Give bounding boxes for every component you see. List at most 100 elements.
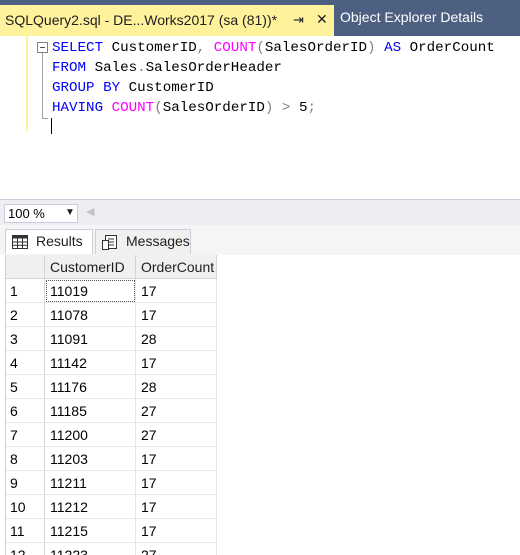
- sql-identifier: SalesOrderHeader: [145, 60, 282, 76]
- sql-keyword: FROM: [52, 60, 87, 76]
- tab-title: SQLQuery2.sql - DE...Works2017 (sa (81))…: [5, 12, 278, 28]
- table-row[interactable]: 8 11203 17: [6, 446, 217, 471]
- results-table: CustomerID OrderCount 1 11019 17 2 11078 17 3 1…: [6, 255, 217, 555]
- sql-identifier: SalesOrderID: [162, 100, 265, 116]
- table-row[interactable]: 2 11078 17: [6, 302, 217, 327]
- table-row[interactable]: 7 11200 27: [6, 422, 217, 447]
- row-number[interactable]: 6: [6, 398, 45, 423]
- cell-customerid[interactable]: 11215: [44, 518, 136, 543]
- row-number[interactable]: 2: [6, 302, 45, 327]
- row-number[interactable]: 12: [6, 542, 45, 555]
- sql-identifier: CustomerID: [103, 40, 197, 56]
- tab-results[interactable]: Results: [5, 229, 93, 254]
- cell-customerid[interactable]: 11176: [44, 374, 136, 399]
- cell-customerid[interactable]: 11223: [44, 542, 136, 555]
- query-editor[interactable]: SELECT CustomerID, COUNT(SalesOrderID) A…: [0, 36, 520, 199]
- sql-operator: .: [137, 60, 146, 76]
- zoom-bar: 100 % ▼ ◀: [0, 199, 520, 226]
- cell-customerid[interactable]: 11203: [44, 446, 136, 471]
- table-row[interactable]: 9 11211 17: [6, 470, 217, 495]
- code-line[interactable]: GROUP BY CustomerID: [52, 78, 495, 98]
- row-number[interactable]: 4: [6, 350, 45, 375]
- sql-identifier: SalesOrderID: [264, 40, 368, 56]
- column-header-customerid[interactable]: CustomerID: [44, 255, 136, 279]
- dropdown-arrow-icon[interactable]: ▼: [65, 207, 75, 218]
- cell-ordercount[interactable]: 17: [135, 494, 217, 519]
- pin-icon[interactable]: ⇥: [293, 12, 304, 28]
- cell-ordercount[interactable]: 27: [135, 542, 217, 555]
- cell-customerid[interactable]: 11142: [44, 350, 136, 375]
- results-grid[interactable]: CustomerID OrderCount 1 11019 17 2 11078 17 3 1…: [5, 255, 520, 555]
- table-row[interactable]: 10 11212 17: [6, 494, 217, 519]
- grid-corner[interactable]: [6, 255, 45, 279]
- sql-operator: >: [273, 100, 299, 116]
- cell-ordercount[interactable]: 17: [135, 446, 217, 471]
- header-row: CustomerID OrderCount: [6, 255, 217, 279]
- row-number[interactable]: 9: [6, 470, 45, 495]
- sql-identifier: [205, 40, 214, 56]
- sql-identifier: [103, 100, 112, 116]
- cell-ordercount[interactable]: 17: [135, 278, 217, 303]
- sql-operator: ): [367, 40, 376, 56]
- cell-ordercount[interactable]: 17: [135, 350, 217, 375]
- table-row[interactable]: 4 11142 17: [6, 350, 217, 375]
- row-number[interactable]: 10: [6, 494, 45, 519]
- row-number[interactable]: 7: [6, 422, 45, 447]
- table-row[interactable]: 3 11091 28: [6, 326, 217, 351]
- text-caret: [51, 118, 52, 134]
- sql-operator: (: [256, 40, 265, 56]
- cell-customerid[interactable]: 11185: [44, 398, 136, 423]
- cell-customerid[interactable]: 11212: [44, 494, 136, 519]
- sql-identifier: [376, 40, 385, 56]
- collapse-icon[interactable]: [37, 42, 48, 53]
- cell-ordercount[interactable]: 27: [135, 398, 217, 423]
- sql-keyword: AS: [384, 40, 402, 56]
- outline-end: [42, 118, 48, 119]
- tab-messages[interactable]: Messages: [95, 229, 191, 254]
- cell-ordercount[interactable]: 28: [135, 326, 217, 351]
- messages-icon: [102, 235, 118, 253]
- sql-identifier: OrderCount: [401, 40, 495, 56]
- cell-ordercount[interactable]: 17: [135, 518, 217, 543]
- column-header-ordercount[interactable]: OrderCount: [135, 255, 217, 279]
- table-row[interactable]: 12 11223 27: [6, 542, 217, 555]
- cell-customerid[interactable]: 11211: [44, 470, 136, 495]
- cell-customerid[interactable]: 11200: [44, 422, 136, 447]
- document-tab-strip: SQLQuery2.sql - DE...Works2017 (sa (81))…: [0, 0, 520, 36]
- cell-ordercount[interactable]: 17: [135, 470, 217, 495]
- cell-customerid[interactable]: 11091: [44, 326, 136, 351]
- row-number[interactable]: 1: [6, 278, 45, 303]
- tab-results-label: Results: [36, 233, 83, 249]
- row-number[interactable]: 5: [6, 374, 45, 399]
- row-number[interactable]: 11: [6, 518, 45, 543]
- row-number[interactable]: 3: [6, 326, 45, 351]
- sql-function: COUNT: [111, 100, 155, 116]
- table-row[interactable]: 1 11019 17: [6, 278, 217, 303]
- tab-sqlquery2[interactable]: SQLQuery2.sql - DE...Works2017 (sa (81))…: [0, 5, 334, 36]
- sql-keyword: SELECT: [52, 40, 104, 56]
- code-line[interactable]: FROM Sales.SalesOrderHeader: [52, 58, 495, 78]
- cell-ordercount[interactable]: 28: [135, 374, 217, 399]
- sql-operator: ;: [307, 100, 316, 116]
- code-line[interactable]: SELECT CustomerID, COUNT(SalesOrderID) A…: [52, 38, 495, 58]
- cell-ordercount[interactable]: 17: [135, 302, 217, 327]
- results-tab-bar: Results Messages: [0, 225, 520, 255]
- table-row[interactable]: 11 11215 17: [6, 518, 217, 543]
- table-row[interactable]: 6 11185 27: [6, 398, 217, 423]
- sql-identifier: Sales: [86, 60, 138, 76]
- zoom-dropdown[interactable]: 100 % ▼: [4, 204, 78, 223]
- cell-ordercount[interactable]: 27: [135, 422, 217, 447]
- table-row[interactable]: 5 11176 28: [6, 374, 217, 399]
- cell-customerid[interactable]: 11078: [44, 302, 136, 327]
- outline-line: [42, 53, 43, 119]
- zoom-value: 100 %: [8, 206, 45, 221]
- code-line[interactable]: HAVING COUNT(SalesOrderID) > 5;: [52, 98, 495, 118]
- sql-function: COUNT: [213, 40, 257, 56]
- tab-object-explorer-details[interactable]: Object Explorer Details: [340, 9, 483, 25]
- cell-customerid[interactable]: 11019: [44, 278, 136, 303]
- tab-messages-label: Messages: [126, 233, 190, 249]
- scroll-left-icon[interactable]: ◀: [86, 205, 94, 218]
- close-icon[interactable]: ✕: [316, 11, 328, 28]
- row-number[interactable]: 8: [6, 446, 45, 471]
- sql-code[interactable]: SELECT CustomerID, COUNT(SalesOrderID) A…: [52, 38, 495, 118]
